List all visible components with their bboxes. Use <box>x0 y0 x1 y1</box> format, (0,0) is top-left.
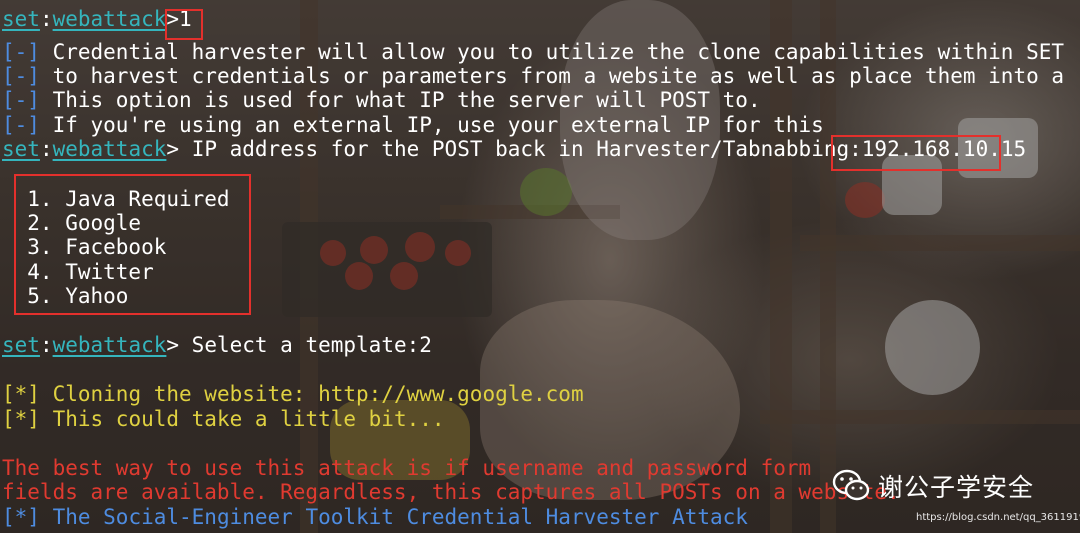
watermark-url: https://blog.csdn.net/qq_36119192 <box>916 512 1080 523</box>
watermark-name: 谢公子学安全 <box>878 473 1035 502</box>
line-tag: [*] <box>2 505 40 529</box>
prompt-sep: : <box>39 333 53 357</box>
prompt-gt: > <box>166 137 180 161</box>
line-text: The Social-Engineer Toolkit Credential H… <box>39 505 748 529</box>
terminal-line: [-] If you're using an external IP, use … <box>2 113 824 137</box>
highlight-choice-box <box>165 9 203 40</box>
prompt-module: webattack <box>52 137 167 161</box>
line-text: IP address for the POST back in Harveste… <box>179 137 862 161</box>
line-text: If you're using an external IP, use your… <box>39 113 824 137</box>
line-tag: [*] <box>2 407 40 431</box>
prompt-set: set <box>2 137 40 161</box>
warning-line: fields are available. Regardless, this c… <box>2 480 900 504</box>
terminal-line: [*] Cloning the website: http://www.goog… <box>2 382 584 406</box>
terminal-line: [-] This option is used for what IP the … <box>2 88 761 112</box>
prompt-sep: : <box>39 7 53 31</box>
line-text: Cloning the website: http://www.google.c… <box>39 382 584 406</box>
terminal-line: [*] This could take a little bit... <box>2 407 445 431</box>
warning-line: The best way to use this attack is if us… <box>2 456 812 480</box>
line-tag: [*] <box>2 382 40 406</box>
line-text: > Select a template:2 <box>166 333 432 357</box>
line-tag: [-] <box>2 40 40 64</box>
line-text: This could take a little bit... <box>39 407 445 431</box>
prompt-sep: : <box>39 137 53 161</box>
prompt-module: webattack <box>52 333 167 357</box>
highlight-templates-box <box>14 174 251 315</box>
terminal-line: set:webattack>1 <box>2 7 192 31</box>
line-tag: [-] <box>2 113 40 137</box>
prompt-set: set <box>2 7 40 31</box>
prompt-set: set <box>2 333 40 357</box>
line-text: This option is used for what IP the serv… <box>39 88 761 112</box>
terminal-line: set:webattack> Select a template:2 <box>2 333 432 357</box>
terminal-line: [-] Credential harvester will allow you … <box>2 40 1064 64</box>
terminal-line: [*] The Social-Engineer Toolkit Credenti… <box>2 505 748 529</box>
line-tag: [-] <box>2 64 40 88</box>
line-text: to harvest credentials or parameters fro… <box>39 64 1080 88</box>
prompt-module: webattack <box>52 7 167 31</box>
line-text: Credential harvester will allow you to u… <box>39 40 1065 64</box>
terminal-line: [-] to harvest credentials or parameters… <box>2 64 1080 88</box>
watermark: 谢公子学安全 <box>832 466 1052 506</box>
line-tag: [-] <box>2 88 40 112</box>
wechat-icon <box>832 468 870 504</box>
highlight-ip-box <box>831 135 1001 171</box>
